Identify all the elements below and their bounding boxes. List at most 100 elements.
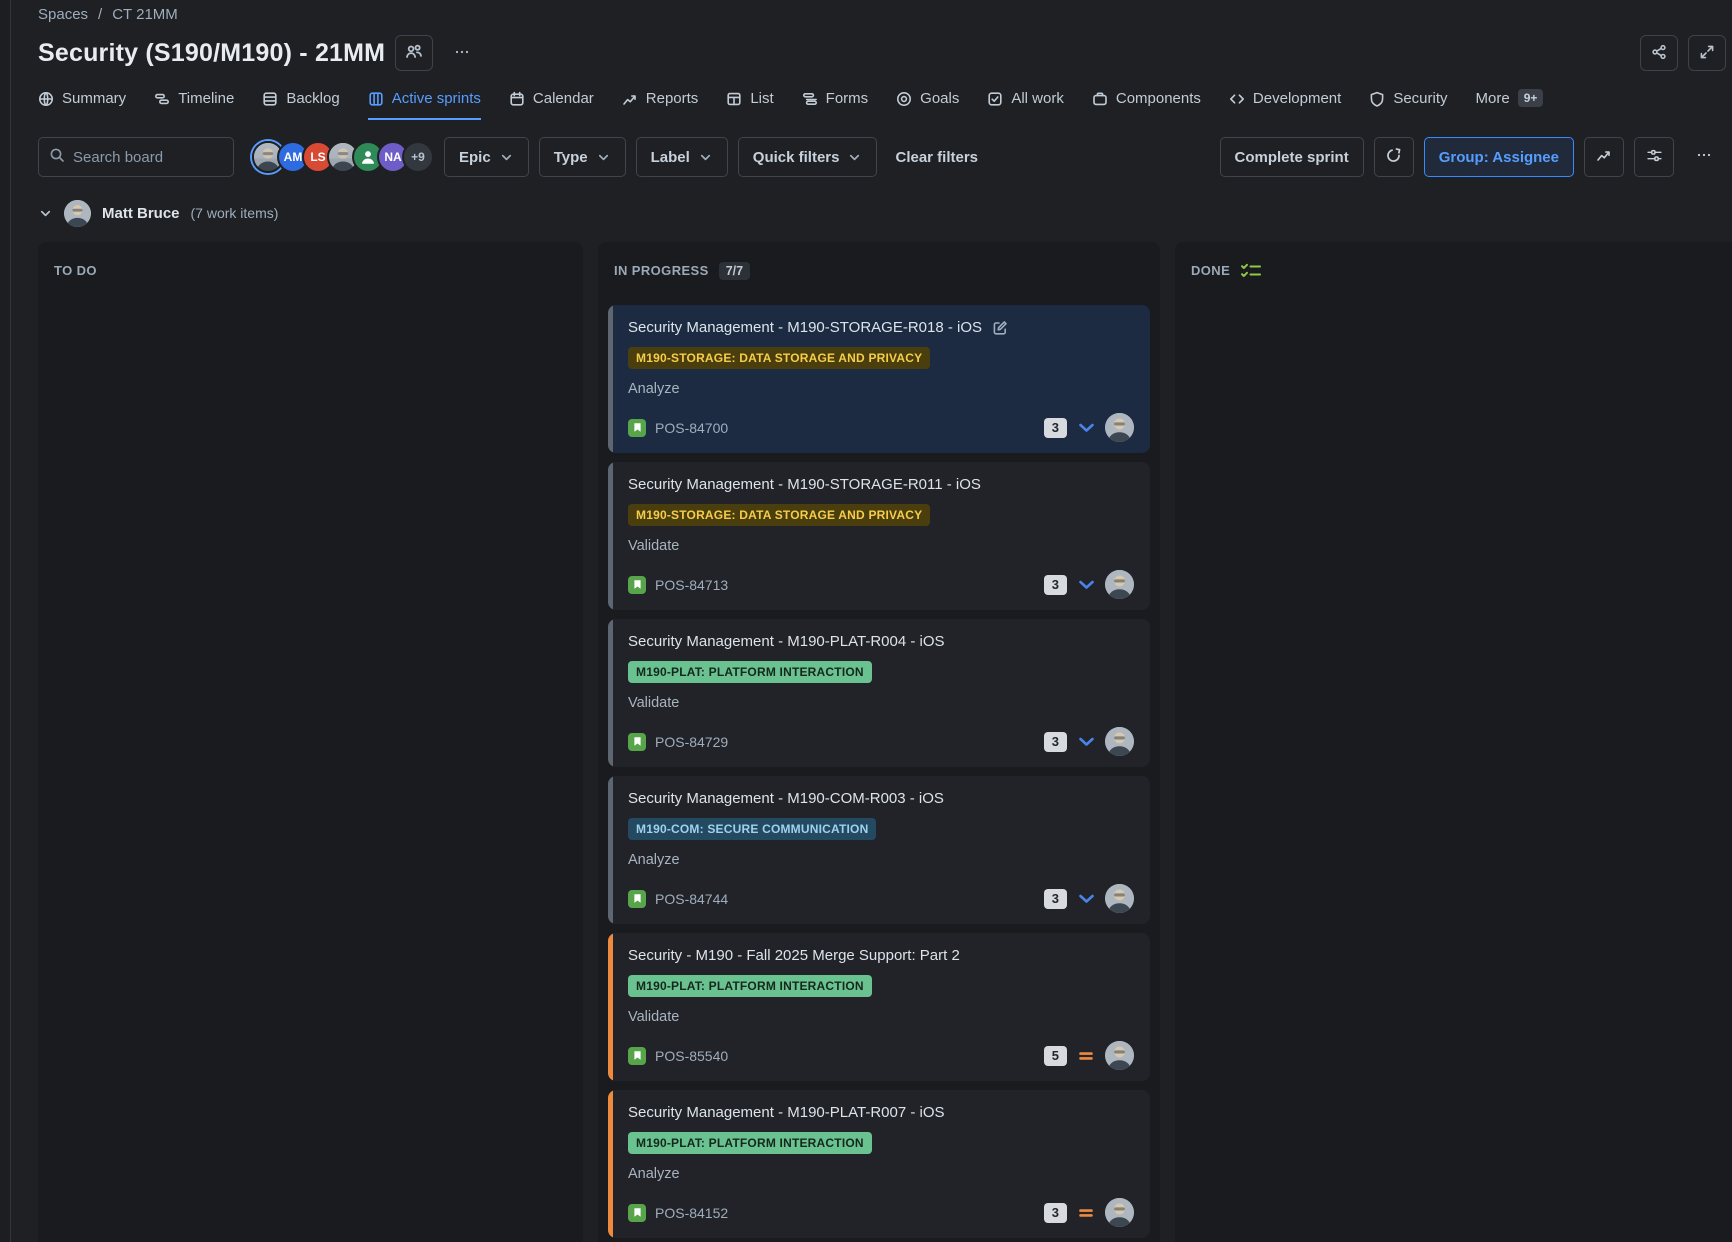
tab-timeline[interactable]: Timeline	[154, 90, 234, 120]
card-status: Validate	[628, 1009, 1134, 1025]
complete-sprint-button[interactable]: Complete sprint	[1220, 137, 1364, 177]
tab-label: Development	[1253, 90, 1341, 107]
issue-key[interactable]: POS-84713	[655, 577, 728, 593]
card-pos-84744[interactable]: Security Management - M190-COM-R003 - iO…	[608, 776, 1150, 924]
card-pos-85540[interactable]: Security - M190 - Fall 2025 Merge Suppor…	[608, 933, 1150, 1081]
tab-calendar[interactable]: Calendar	[509, 90, 594, 120]
table-icon	[726, 91, 742, 107]
assignee-name: Matt Bruce	[102, 205, 180, 222]
type-dropdown[interactable]: Type	[539, 137, 626, 177]
filter-avatar-+9[interactable]: +9	[402, 141, 434, 173]
card-pos-84713[interactable]: Security Management - M190-STORAGE-R011 …	[608, 462, 1150, 610]
share-button[interactable]	[1640, 35, 1678, 71]
tab-components[interactable]: Components	[1092, 90, 1201, 120]
estimate-badge[interactable]: 3	[1044, 732, 1067, 752]
title-more-button[interactable]	[443, 35, 481, 71]
tab-label: Active sprints	[392, 90, 481, 107]
board-more-button[interactable]	[1684, 137, 1724, 177]
expand-icon	[1699, 44, 1715, 63]
priority-medium-icon	[1077, 1050, 1095, 1062]
quick-filters-dropdown[interactable]: Quick filters	[738, 137, 878, 177]
column-header: TO DO	[48, 262, 573, 279]
tab-summary[interactable]: Summary	[38, 90, 126, 120]
estimate-badge[interactable]: 3	[1044, 418, 1067, 438]
tab-list[interactable]: List	[726, 90, 773, 120]
issue-key[interactable]: POS-85540	[655, 1048, 728, 1064]
card-list: Security Management - M190-STORAGE-R018 …	[608, 305, 1150, 1242]
swimlane-header: Matt Bruce (7 work items)	[38, 196, 1732, 230]
people-icon	[405, 43, 423, 64]
card-status: Analyze	[628, 1166, 1134, 1182]
breadcrumb-spaces[interactable]: Spaces	[38, 6, 88, 23]
card-assignee-avatar[interactable]	[1105, 570, 1134, 599]
estimate-badge[interactable]: 3	[1044, 889, 1067, 909]
card-accent-bar	[608, 305, 613, 453]
edit-icon[interactable]	[992, 320, 1008, 336]
timeline-icon	[154, 91, 170, 107]
tab-label: Calendar	[533, 90, 594, 107]
issue-key[interactable]: POS-84729	[655, 734, 728, 750]
chevron-down-icon	[499, 150, 514, 165]
breadcrumb-project[interactable]: CT 21MM	[112, 6, 178, 23]
epic-label-chip[interactable]: M190-PLAT: PLATFORM INTERACTION	[628, 661, 872, 683]
card-title: Security Management - M190-STORAGE-R011 …	[628, 475, 981, 495]
epic-label-chip[interactable]: M190-COM: SECURE COMMUNICATION	[628, 818, 876, 840]
insights-button[interactable]	[1584, 137, 1624, 177]
card-footer: POS-84713 3	[628, 570, 1134, 599]
group-by-button[interactable]: Group: Assignee	[1424, 137, 1574, 177]
epic-label-chip[interactable]: M190-STORAGE: DATA STORAGE AND PRIVACY	[628, 347, 930, 369]
tab-bar: Summary Timeline Backlog Active sprints Cale…	[38, 82, 1732, 120]
label-dropdown[interactable]: Label	[636, 137, 728, 177]
epic-label-chip[interactable]: M190-PLAT: PLATFORM INTERACTION	[628, 1132, 872, 1154]
more-dots-icon	[1696, 147, 1712, 167]
column-name: IN PROGRESS	[614, 263, 709, 278]
issue-key[interactable]: POS-84700	[655, 420, 728, 436]
card-accent-bar	[608, 462, 613, 610]
card-pos-84700[interactable]: Security Management - M190-STORAGE-R018 …	[608, 305, 1150, 453]
card-title: Security Management - M190-STORAGE-R018 …	[628, 318, 982, 338]
automation-button[interactable]	[1374, 137, 1414, 177]
priority-low-icon	[1077, 422, 1095, 434]
fullscreen-button[interactable]	[1688, 35, 1726, 71]
epic-dropdown[interactable]: Epic	[444, 137, 529, 177]
board-settings-button[interactable]	[1634, 137, 1674, 177]
tab-label: Timeline	[178, 90, 234, 107]
members-button[interactable]	[395, 35, 433, 71]
forms-icon	[802, 91, 818, 107]
search-input[interactable]	[73, 149, 223, 166]
card-assignee-avatar[interactable]	[1105, 727, 1134, 756]
components-icon	[1092, 91, 1108, 107]
tab-reports[interactable]: Reports	[622, 90, 699, 120]
tab-backlog[interactable]: Backlog	[262, 90, 339, 120]
card-pos-84152[interactable]: Security Management - M190-PLAT-R007 - i…	[608, 1090, 1150, 1238]
tab-all-work[interactable]: All work	[987, 90, 1064, 120]
card-footer: POS-84152 3	[628, 1198, 1134, 1227]
card-assignee-avatar[interactable]	[1105, 1041, 1134, 1070]
card-footer: POS-84700 3	[628, 413, 1134, 442]
title-row: Security (S190/M190) - 21MM	[38, 32, 1732, 74]
tab-forms[interactable]: Forms	[802, 90, 869, 120]
search-board-input[interactable]	[38, 137, 234, 177]
estimate-badge[interactable]: 3	[1044, 1203, 1067, 1223]
collapse-chevron-icon[interactable]	[38, 206, 53, 221]
estimate-badge[interactable]: 3	[1044, 575, 1067, 595]
issue-key[interactable]: POS-84744	[655, 891, 728, 907]
tab-label: Forms	[826, 90, 869, 107]
card-assignee-avatar[interactable]	[1105, 1198, 1134, 1227]
card-assignee-avatar[interactable]	[1105, 413, 1134, 442]
tab-active-sprints[interactable]: Active sprints	[368, 90, 481, 120]
estimate-badge[interactable]: 5	[1044, 1046, 1067, 1066]
epic-label-chip[interactable]: M190-PLAT: PLATFORM INTERACTION	[628, 975, 872, 997]
card-assignee-avatar[interactable]	[1105, 884, 1134, 913]
tab-more[interactable]: More9+	[1476, 89, 1544, 120]
tab-development[interactable]: Development	[1229, 90, 1341, 120]
column-name: TO DO	[54, 263, 97, 278]
epic-label-chip[interactable]: M190-STORAGE: DATA STORAGE AND PRIVACY	[628, 504, 930, 526]
issue-key[interactable]: POS-84152	[655, 1205, 728, 1221]
tab-security[interactable]: Security	[1369, 90, 1447, 120]
card-pos-84729[interactable]: Security Management - M190-PLAT-R004 - i…	[608, 619, 1150, 767]
priority-medium-icon	[1077, 1207, 1095, 1219]
tab-goals[interactable]: Goals	[896, 90, 959, 120]
tab-label: Backlog	[286, 90, 339, 107]
clear-filters-button[interactable]: Clear filters	[887, 149, 986, 166]
